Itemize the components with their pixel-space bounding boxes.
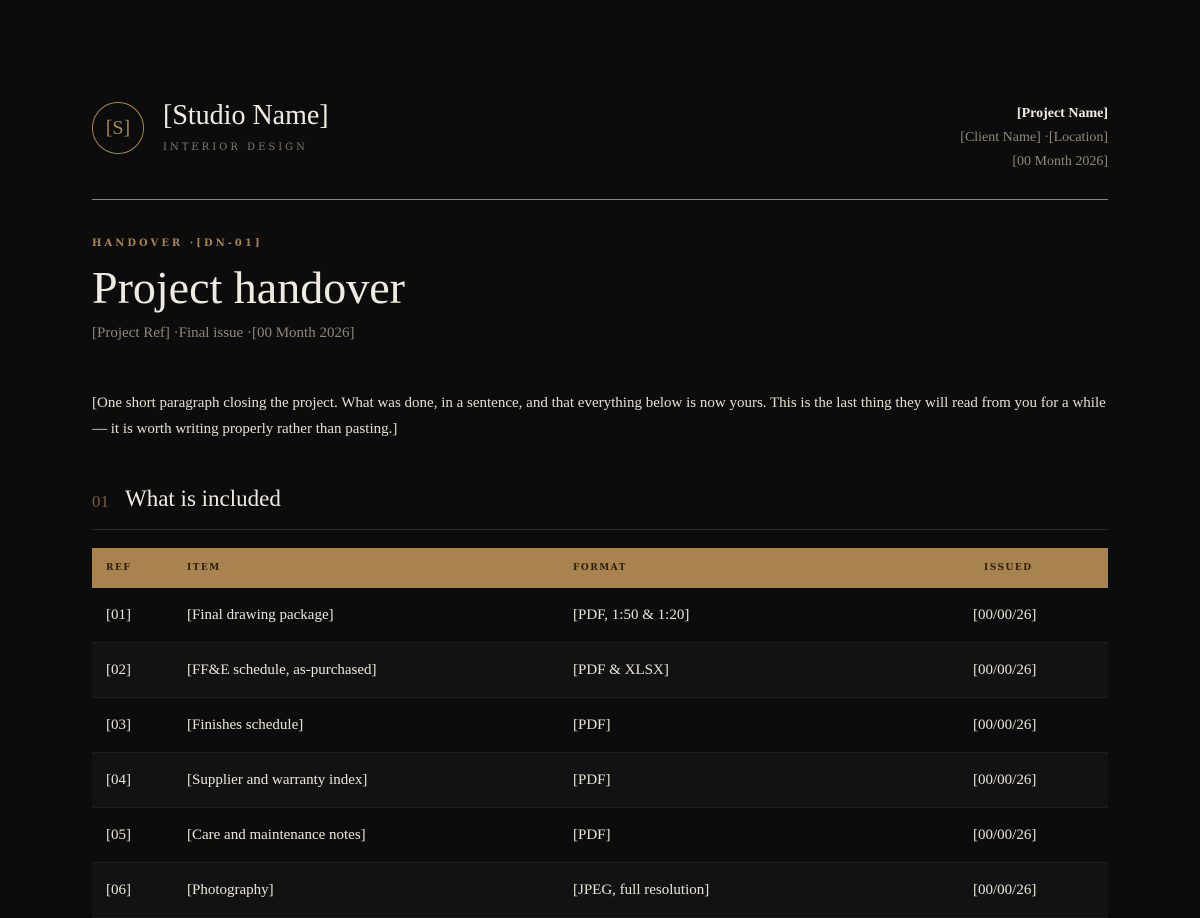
document-eyebrow: HANDOVER ·[DN-01] xyxy=(92,238,263,249)
cell-item: [Final drawing package] xyxy=(187,588,573,643)
cell-ref: [01] xyxy=(92,588,187,643)
cell-issued: [00/00/26] xyxy=(973,697,1108,753)
intro-paragraph: [One short paragraph closing the project… xyxy=(92,395,1106,437)
cell-item: [Supplier and warranty index] xyxy=(187,752,573,808)
cell-format: [PDF & XLSX] xyxy=(573,642,973,698)
column-header-format: FORMAT xyxy=(573,563,627,573)
page-title: Project handover xyxy=(92,262,405,313)
table-header-row: REF ITEM FORMAT ISSUED xyxy=(92,548,1108,588)
cell-ref: [03] xyxy=(92,697,187,753)
table-row: [03] [Finishes schedule] [PDF] [00/00/26… xyxy=(92,697,1108,753)
cell-ref: [02] xyxy=(92,642,187,698)
cell-issued: [00/00/26] xyxy=(973,807,1108,863)
project-date: [00 Month 2026] xyxy=(1012,154,1108,169)
cell-format: [PDF] xyxy=(573,807,973,863)
cell-ref: [04] xyxy=(92,752,187,808)
section-title: What is included xyxy=(125,486,281,511)
cell-ref: [06] xyxy=(92,862,187,918)
page-subtitle: [Project Ref] ·Final issue ·[00 Month 20… xyxy=(92,325,355,341)
table-row: [04] [Supplier and warranty index] [PDF]… xyxy=(92,752,1108,808)
section-heading: 01 What is included xyxy=(92,484,1108,530)
cell-issued: [00/00/26] xyxy=(973,862,1108,918)
project-name: [Project Name] xyxy=(1016,106,1108,121)
cell-item: [Finishes schedule] xyxy=(187,697,573,753)
cell-format: [PDF, 1:50 & 1:20] xyxy=(573,588,973,643)
cell-issued: [00/00/26] xyxy=(973,752,1108,808)
cell-ref: [05] xyxy=(92,807,187,863)
document-header: [S] [Studio Name] INTERIOR DESIGN [Proje… xyxy=(92,100,1108,200)
column-header-ref: REF xyxy=(106,563,132,573)
cell-item: [Care and maintenance notes] xyxy=(187,807,573,863)
client-location: [Client Name] ·[Location] xyxy=(960,130,1108,145)
header-divider xyxy=(92,199,1108,200)
cell-format: [PDF] xyxy=(573,752,973,808)
handover-items-table: REF ITEM FORMAT ISSUED [01] [Final drawi… xyxy=(92,548,1108,918)
project-meta: [Project Name] [Client Name] ·[Location]… xyxy=(960,105,1108,174)
table-row: [05] [Care and maintenance notes] [PDF] … xyxy=(92,807,1108,863)
cell-format: [JPEG, full resolution] xyxy=(573,862,973,918)
section-number: 01 xyxy=(92,492,109,511)
column-header-issued: ISSUED xyxy=(984,563,1033,573)
cell-issued: [00/00/26] xyxy=(973,642,1108,698)
table-row: [01] [Final drawing package] [PDF, 1:50 … xyxy=(92,588,1108,643)
cell-issued: [00/00/26] xyxy=(973,588,1108,643)
studio-name: [Studio Name] xyxy=(163,100,329,131)
cell-item: [FF&E schedule, as-purchased] xyxy=(187,642,573,698)
column-header-item: ITEM xyxy=(187,563,221,573)
cell-format: [PDF] xyxy=(573,697,973,753)
table-row: [02] [FF&E schedule, as-purchased] [PDF … xyxy=(92,642,1108,698)
studio-monogram-logo: [S] xyxy=(92,102,144,154)
table-row: [06] [Photography] [JPEG, full resolutio… xyxy=(92,862,1108,918)
studio-subtitle: INTERIOR DESIGN xyxy=(163,142,308,153)
cell-item: [Photography] xyxy=(187,862,573,918)
